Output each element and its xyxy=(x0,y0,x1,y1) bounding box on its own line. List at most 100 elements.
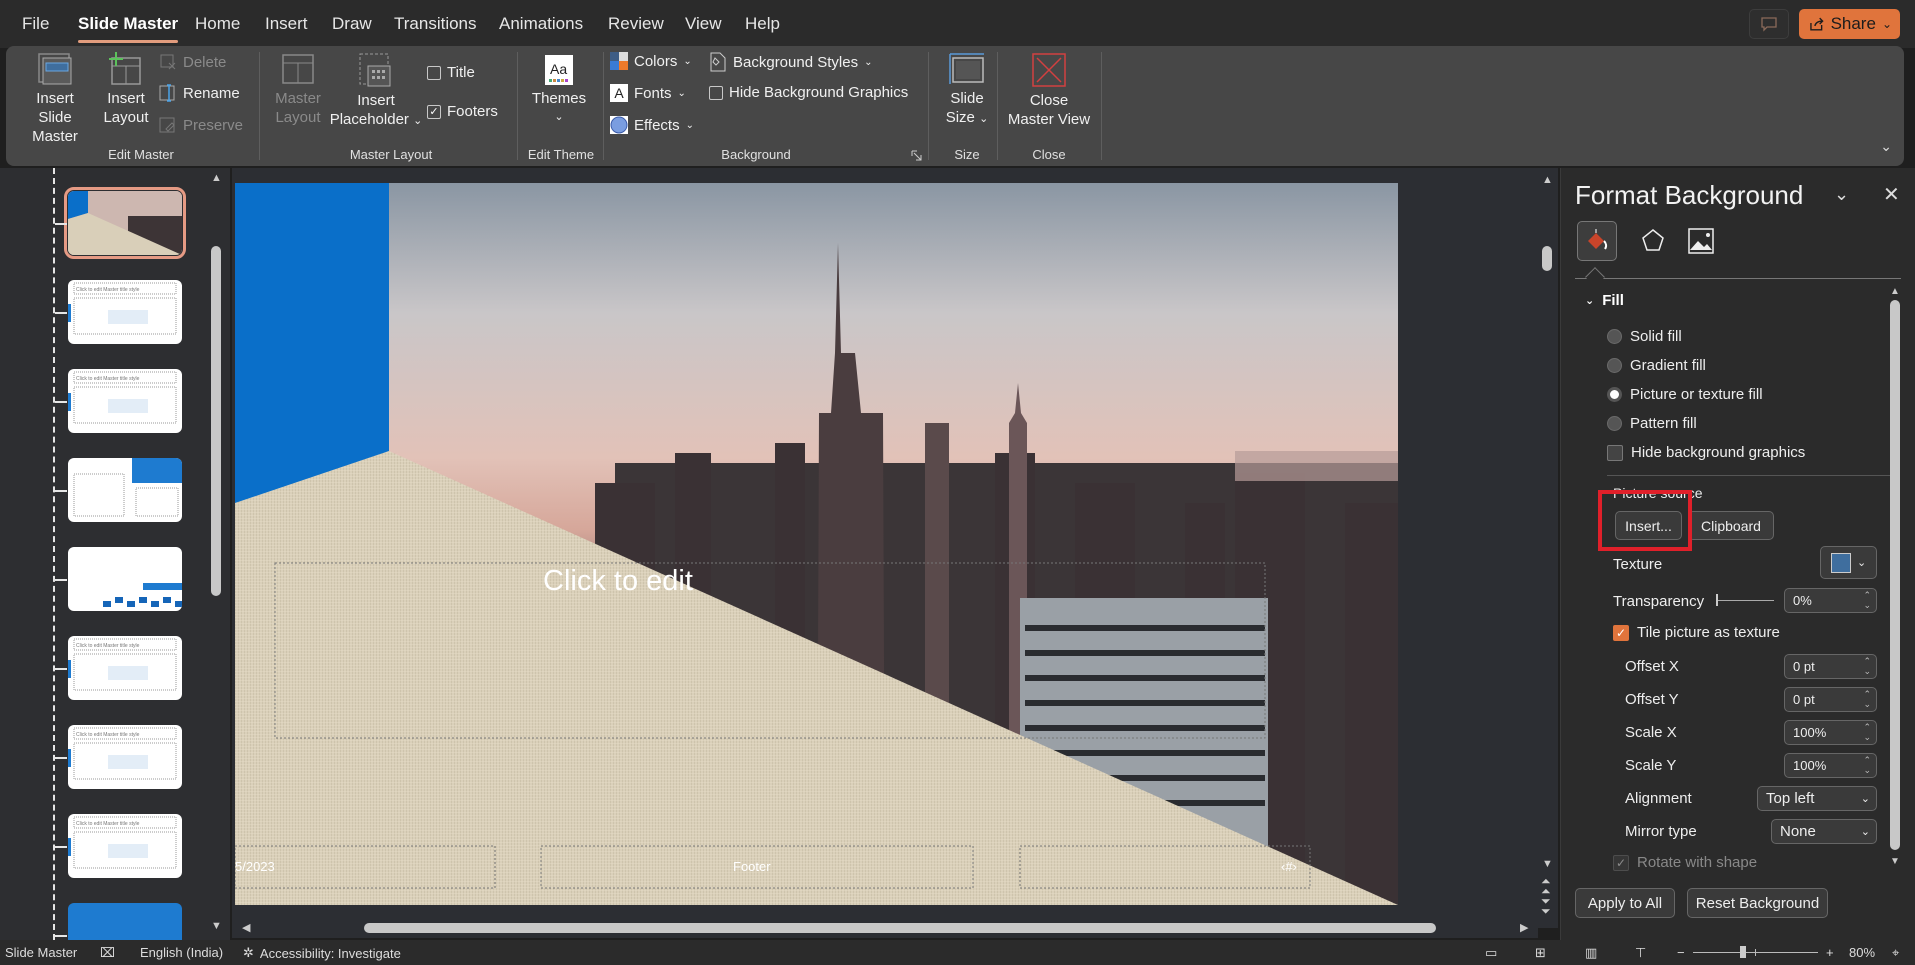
pane-options-chevron-icon[interactable]: ⌄ xyxy=(1834,184,1849,205)
rotate-with-shape-checkbox[interactable]: ✓ xyxy=(1613,854,1629,871)
spinner-arrows-icon[interactable]: ⌃ ⌄ xyxy=(1863,590,1871,610)
tab-effects[interactable] xyxy=(1633,221,1673,261)
layout-thumbnail[interactable]: Click to edit Master title style xyxy=(68,814,182,878)
spelling-status-icon[interactable]: ⌧ xyxy=(100,945,115,961)
scroll-down-icon[interactable]: ▼ xyxy=(1542,858,1553,870)
themes-button[interactable]: Aa Themes ⌄ xyxy=(524,54,594,127)
previous-slide-icon[interactable]: ⏶ ⏶ xyxy=(1541,875,1551,897)
tab-slide-master[interactable]: Slide Master xyxy=(78,14,179,43)
collapse-ribbon-icon[interactable]: ⌄ xyxy=(1880,138,1892,155)
scroll-up-icon[interactable]: ▲ xyxy=(1890,286,1900,297)
tab-draw[interactable]: Draw xyxy=(332,14,372,34)
effects-button[interactable]: Effects ⌄ xyxy=(610,116,694,134)
pattern-fill-radio[interactable]: Pattern fill xyxy=(1607,415,1697,432)
solid-fill-radio[interactable]: Solid fill xyxy=(1607,328,1682,345)
hide-bg-checkbox[interactable] xyxy=(1607,444,1623,461)
pane-scrollbar[interactable]: ▲ ▼ xyxy=(1888,286,1902,876)
tab-help[interactable]: Help xyxy=(745,14,780,34)
radio-button[interactable] xyxy=(1607,358,1622,373)
scale-y-input[interactable]: 100% ⌃ ⌄ xyxy=(1784,753,1877,778)
rotate-with-shape-option[interactable]: ✓ Rotate with shape xyxy=(1613,854,1757,871)
scroll-up-icon[interactable]: ▲ xyxy=(211,172,222,184)
transparency-slider[interactable] xyxy=(1716,594,1774,606)
layout-thumbnail[interactable]: Click to edit Master title style xyxy=(68,369,182,433)
hide-background-graphics-checkbox[interactable]: Hide Background Graphics xyxy=(709,84,908,101)
tab-home[interactable]: Home xyxy=(195,14,240,34)
spinner-arrows-icon[interactable]: ⌃ ⌄ xyxy=(1863,689,1871,709)
alignment-select[interactable]: Top left ⌄ xyxy=(1757,786,1877,811)
transparency-slider-handle[interactable] xyxy=(1716,594,1718,606)
slide-sorter-icon[interactable]: ⊞ xyxy=(1535,945,1546,961)
thumbnail-scrollbar[interactable]: ▲ ▼ xyxy=(207,168,227,940)
insert-slide-master-button[interactable]: Insert Slide Master xyxy=(20,52,90,146)
radio-button[interactable] xyxy=(1607,329,1622,344)
thumbnail-scroll-thumb[interactable] xyxy=(211,246,221,596)
reading-view-icon[interactable]: ▥ xyxy=(1585,945,1597,961)
transparency-input[interactable]: 0% ⌃ ⌄ xyxy=(1784,588,1877,613)
master-layout-button[interactable]: Master Layout xyxy=(268,52,328,127)
dialog-launcher-icon[interactable] xyxy=(911,150,922,161)
title-checkbox[interactable]: Title xyxy=(427,64,475,81)
normal-view-icon[interactable]: ▭ xyxy=(1485,945,1497,961)
scroll-down-icon[interactable]: ▼ xyxy=(1890,856,1900,867)
hide-background-graphics-box[interactable] xyxy=(709,85,723,100)
colors-button[interactable]: Colors ⌄ xyxy=(610,52,692,70)
slideshow-icon[interactable]: ⊤ xyxy=(1635,945,1646,961)
title-checkbox-box[interactable] xyxy=(427,65,441,80)
zoom-slider[interactable] xyxy=(1693,946,1818,958)
rename-button[interactable]: Rename xyxy=(159,84,240,102)
close-pane-icon[interactable]: ✕ xyxy=(1883,182,1900,207)
clipboard-button[interactable]: Clipboard xyxy=(1688,511,1774,540)
layout-thumbnail[interactable]: Click to edit Master title style xyxy=(68,280,182,344)
scroll-down-icon[interactable]: ▼ xyxy=(211,920,222,932)
spinner-arrows-icon[interactable]: ⌃ ⌄ xyxy=(1863,755,1871,775)
background-styles-button[interactable]: Background Styles ⌄ xyxy=(709,52,872,72)
insert-placeholder-button[interactable]: Insert Placeholder ⌄ xyxy=(326,52,426,131)
canvas-scroll-thumb[interactable] xyxy=(1542,246,1552,271)
tile-picture-option[interactable]: ✓ Tile picture as texture xyxy=(1613,624,1780,641)
fill-section-header[interactable]: ⌄ Fill xyxy=(1585,292,1624,309)
canvas-vertical-scrollbar[interactable]: ▲ ▼ ⏶ ⏶ ⏷ ⏷ xyxy=(1538,168,1558,928)
radio-button[interactable] xyxy=(1607,416,1622,431)
mirror-type-select[interactable]: None ⌄ xyxy=(1771,819,1877,844)
comments-button[interactable] xyxy=(1749,9,1789,39)
layout-thumbnail[interactable]: Click to edit Master title style xyxy=(68,725,182,789)
delete-button[interactable]: Delete xyxy=(159,53,226,71)
layout-thumbnail[interactable] xyxy=(68,547,182,611)
slide-master-thumbnail[interactable] xyxy=(64,187,186,259)
tab-file[interactable]: File xyxy=(22,14,49,34)
insert-layout-button[interactable]: Insert Layout xyxy=(98,52,154,127)
date-placeholder[interactable]: 5/2023 xyxy=(235,859,275,874)
chevron-down-icon[interactable]: ⌄ xyxy=(1882,17,1892,31)
accessibility-button[interactable]: ✲ Accessibility: Investigate xyxy=(243,945,401,961)
language-indicator[interactable]: English (India) xyxy=(140,945,223,960)
tab-fill[interactable] xyxy=(1577,221,1617,261)
spinner-arrows-icon[interactable]: ⌃ ⌄ xyxy=(1863,722,1871,742)
scroll-left-icon[interactable]: ◀ xyxy=(242,921,250,934)
tab-insert[interactable]: Insert xyxy=(265,14,308,34)
share-button[interactable]: Share ⌄ xyxy=(1799,9,1900,39)
apply-to-all-button[interactable]: Apply to All xyxy=(1575,888,1675,918)
footers-checkbox-box[interactable]: ✓ xyxy=(427,104,441,119)
offset-y-input[interactable]: 0 pt ⌃ ⌄ xyxy=(1784,687,1877,712)
footer-placeholder[interactable]: Footer xyxy=(733,859,771,874)
layout-thumbnail[interactable] xyxy=(68,458,182,522)
zoom-slider-handle[interactable] xyxy=(1740,946,1746,958)
tab-review[interactable]: Review xyxy=(608,14,664,34)
canvas-horizontal-scrollbar[interactable]: ◀ ▶ xyxy=(232,918,1538,938)
scroll-right-icon[interactable]: ▶ xyxy=(1520,921,1528,934)
gradient-fill-radio[interactable]: Gradient fill xyxy=(1607,357,1706,374)
horizontal-scroll-thumb[interactable] xyxy=(364,923,1436,933)
slide-master-canvas[interactable]: Click to edit 5/2023 Footer ‹#› xyxy=(235,183,1398,905)
preserve-button[interactable]: Preserve xyxy=(159,116,243,134)
fonts-button[interactable]: A Fonts ⌄ xyxy=(610,84,686,102)
next-slide-icon[interactable]: ⏷ ⏷ xyxy=(1541,895,1551,917)
tile-picture-checkbox[interactable]: ✓ xyxy=(1613,624,1629,641)
tab-transitions[interactable]: Transitions xyxy=(394,14,477,34)
hide-background-graphics-option[interactable]: Hide background graphics xyxy=(1607,444,1805,461)
close-master-view-button[interactable]: Close Master View xyxy=(1002,52,1096,129)
zoom-level[interactable]: 80% xyxy=(1849,945,1875,960)
slide-size-button[interactable]: Slide Size ⌄ xyxy=(934,52,1000,129)
tab-view[interactable]: View xyxy=(685,14,722,34)
slide-number-placeholder[interactable]: ‹#› xyxy=(1281,859,1297,874)
